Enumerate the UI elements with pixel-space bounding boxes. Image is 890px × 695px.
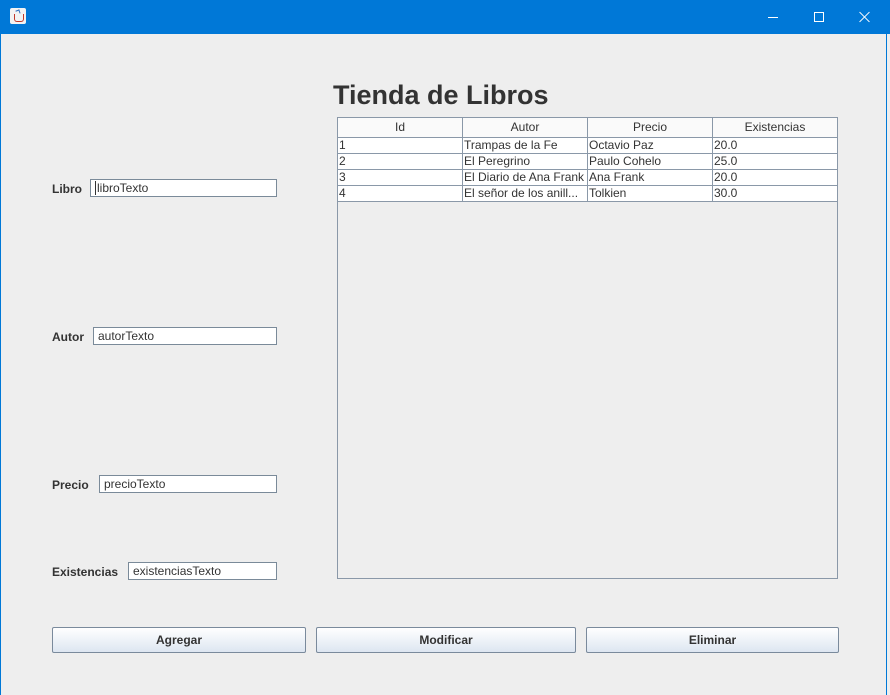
window-border-right bbox=[886, 34, 887, 695]
precio-input-value: precioTexto bbox=[104, 477, 166, 491]
minimize-button[interactable] bbox=[750, 0, 796, 34]
minimize-icon bbox=[768, 16, 778, 18]
page-title: Tienda de Libros bbox=[333, 80, 549, 110]
close-button[interactable] bbox=[842, 0, 888, 34]
column-header-id[interactable]: Id bbox=[338, 118, 463, 137]
libro-label: Libro bbox=[52, 182, 82, 196]
table-cell[interactable]: 3 bbox=[338, 170, 463, 185]
table-cell[interactable]: 30.0 bbox=[713, 186, 837, 201]
table-row[interactable]: 2 El Peregrino Paulo Cohelo 25.0 bbox=[338, 154, 837, 170]
title-bar[interactable] bbox=[0, 0, 890, 34]
existencias-input-value: existenciasTexto bbox=[133, 564, 222, 578]
table-cell[interactable]: 20.0 bbox=[713, 138, 837, 153]
table-cell[interactable]: Paulo Cohelo bbox=[588, 154, 713, 169]
table-cell[interactable]: 20.0 bbox=[713, 170, 837, 185]
table-cell[interactable]: Ana Frank bbox=[588, 170, 713, 185]
column-header-autor[interactable]: Autor bbox=[463, 118, 588, 137]
maximize-icon bbox=[814, 12, 824, 22]
existencias-input[interactable]: existenciasTexto bbox=[128, 562, 277, 580]
table-row[interactable]: 1 Trampas de la Fe Octavio Paz 20.0 bbox=[338, 138, 837, 154]
table-cell[interactable]: Octavio Paz bbox=[588, 138, 713, 153]
table-row[interactable]: 3 El Diario de Ana Frank Ana Frank 20.0 bbox=[338, 170, 837, 186]
table-cell[interactable]: Tolkien bbox=[588, 186, 713, 201]
table-header: Id Autor Precio Existencias bbox=[338, 118, 837, 138]
table-cell[interactable]: 2 bbox=[338, 154, 463, 169]
books-table[interactable]: Id Autor Precio Existencias 1 Trampas de… bbox=[337, 117, 838, 579]
precio-input[interactable]: precioTexto bbox=[99, 475, 277, 493]
libro-input[interactable]: libroTexto bbox=[90, 179, 277, 197]
table-cell[interactable]: 25.0 bbox=[713, 154, 837, 169]
eliminar-button[interactable]: Eliminar bbox=[586, 627, 839, 653]
autor-input-value: autorTexto bbox=[98, 329, 155, 343]
table-cell[interactable]: 4 bbox=[338, 186, 463, 201]
modificar-button[interactable]: Modificar bbox=[316, 627, 576, 653]
table-cell[interactable]: El Diario de Ana Frank bbox=[463, 170, 588, 185]
column-header-precio[interactable]: Precio bbox=[588, 118, 713, 137]
window-border-left bbox=[0, 34, 1, 695]
precio-label: Precio bbox=[52, 478, 89, 492]
agregar-button[interactable]: Agregar bbox=[52, 627, 306, 653]
close-icon bbox=[859, 11, 871, 23]
java-coffee-cup-icon bbox=[10, 8, 26, 24]
maximize-button[interactable] bbox=[796, 0, 842, 34]
table-row[interactable]: 4 El señor de los anill... Tolkien 30.0 bbox=[338, 186, 837, 202]
existencias-label: Existencias bbox=[52, 565, 119, 579]
table-cell[interactable]: El Peregrino bbox=[463, 154, 588, 169]
libro-input-value: libroTexto bbox=[97, 181, 149, 195]
column-header-existencias[interactable]: Existencias bbox=[713, 118, 837, 137]
table-cell[interactable]: El señor de los anill... bbox=[463, 186, 588, 201]
text-caret bbox=[95, 181, 96, 195]
table-cell[interactable]: Trampas de la Fe bbox=[463, 138, 588, 153]
autor-input[interactable]: autorTexto bbox=[93, 327, 277, 345]
autor-label: Autor bbox=[52, 330, 84, 344]
table-cell[interactable]: 1 bbox=[338, 138, 463, 153]
